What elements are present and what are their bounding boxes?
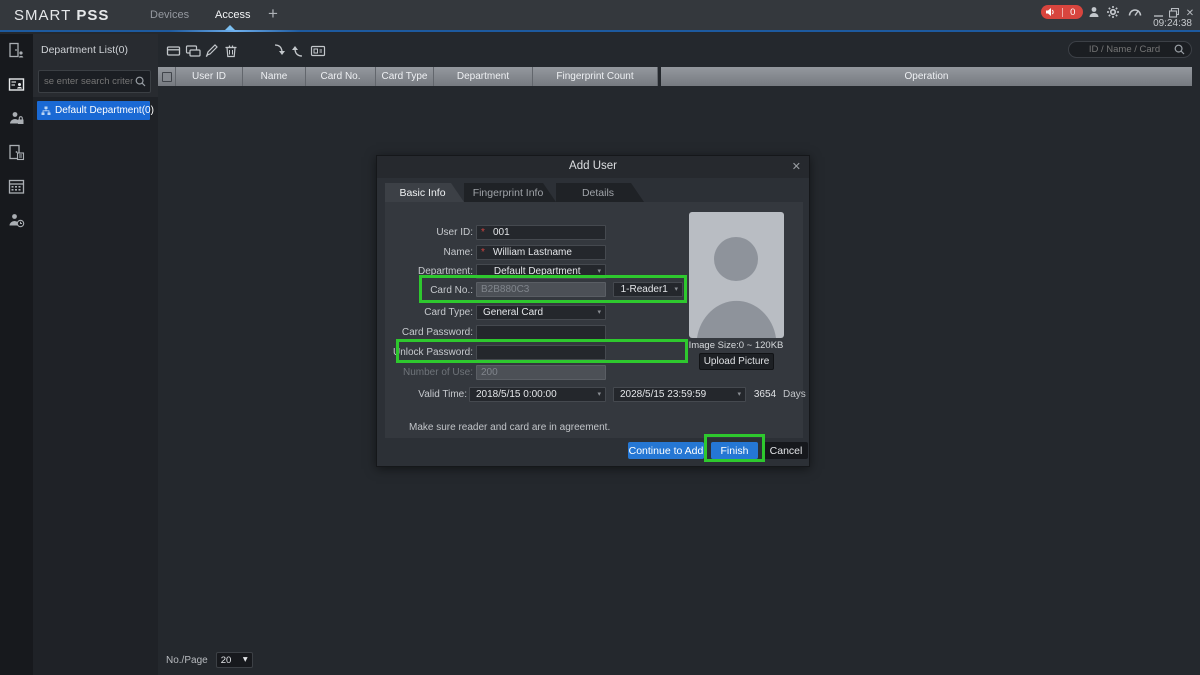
edit-icon[interactable] [202,41,221,60]
dialog-tabs: Basic Info Fingerprint Info Details [385,183,644,202]
user-id-label: User ID: [436,227,473,238]
page-size-select[interactable]: 20 ▾ [215,652,253,668]
column-header-name: Name [243,67,306,86]
column-header-user-id: User ID [176,67,243,86]
card-password-input[interactable] [476,325,606,340]
add-user-dialog: Add User ✕ Basic Info Fingerprint Info D… [376,155,810,467]
number-of-use-label: Number of Use: [402,367,473,378]
user-permission-icon[interactable] [8,110,25,127]
new-tab-button[interactable]: + [268,4,278,24]
dialog-title: Add User [569,160,617,172]
tab-access[interactable]: Access [215,9,250,21]
highlight-box-unlock-password [396,339,688,363]
page-size-label: No./Page [166,654,208,666]
clock: 09:24:38 [1153,18,1192,29]
department-search-input[interactable] [39,76,135,87]
valid-time-end-value: 2028/5/15 23:59:59 [620,389,707,400]
chevron-down-icon: ▾ [597,309,601,316]
tab-basic-info[interactable]: Basic Info [385,183,464,202]
valid-time-end-select[interactable]: 2028/5/15 23:59:59 ▾ [613,387,746,402]
column-header-operation: Operation [661,67,1192,86]
cancel-button[interactable]: Cancel [764,442,808,459]
tab-devices[interactable]: Devices [150,9,189,21]
active-tab-underline [170,30,300,32]
user-id-input[interactable] [476,225,606,240]
card-type-select[interactable]: General Card ▾ [476,305,606,320]
alarm-count: 0 [1070,6,1076,18]
batch-add-icon[interactable] [183,41,202,60]
chevron-down-icon: ▾ [737,391,741,398]
required-marker: * [481,247,485,258]
department-panel: Department List(0) Default Department(0) [33,34,158,675]
dialog-titlebar: Add User ✕ [377,156,809,178]
tab-details[interactable]: Details [556,183,644,202]
valid-time-start-value: 2018/5/15 0:00:00 [476,389,557,400]
user-icon[interactable] [1087,5,1101,19]
highlight-box-finish-button [704,434,765,462]
search-icon[interactable] [135,76,150,87]
chevron-down-icon: ▾ [597,391,601,398]
card-type-select-value: General Card [483,307,544,318]
department-item-label: Default Department(0) [55,105,154,116]
access-console-icon[interactable] [8,42,25,59]
continue-to-add-button[interactable]: Continue to Add [628,442,704,459]
department-tree: Default Department(0) [33,97,158,675]
user-card-icon[interactable] [8,76,25,93]
column-header-fingerprint-count: Fingerprint Count [533,67,658,86]
chevron-down-icon: ▾ [597,268,601,275]
valid-time-start-select[interactable]: 2018/5/15 0:00:00 ▾ [469,387,606,402]
export-icon[interactable] [289,41,308,60]
name-input[interactable] [476,245,606,260]
highlight-box-card-no [419,275,687,303]
left-icon-rail [0,34,33,675]
column-header-department: Department [434,67,533,86]
column-header-card-type: Card Type [376,67,434,86]
number-of-use-input [476,365,606,380]
search-icon[interactable] [1174,44,1185,55]
reader-agreement-note: Make sure reader and card are in agreeme… [409,422,611,433]
calendar-icon[interactable] [8,178,25,195]
user-photo-placeholder [689,212,784,338]
delete-icon[interactable] [221,41,240,60]
card-type-label: Card Type: [424,307,473,318]
chevron-down-icon: ▾ [242,654,248,666]
upload-picture-button[interactable]: Upload Picture [699,353,774,370]
add-user-icon[interactable] [164,41,183,60]
valid-time-label: Valid Time: [418,389,467,400]
dashboard-gauge-icon[interactable] [1128,5,1142,19]
door-log-icon[interactable] [8,144,25,161]
toolbar [164,41,327,60]
user-schedule-icon[interactable] [8,212,25,229]
top-navbar: SMART PSS Devices Access + 0 ✕ 09:24:38 [0,0,1200,32]
org-tree-icon [41,106,51,116]
valid-days-value: 3654 [753,389,777,400]
dialog-close-icon[interactable]: ✕ [792,160,801,173]
card-issuer-icon[interactable] [308,41,327,60]
app-logo: SMART PSS [14,7,110,24]
column-header-card-no: Card No. [306,67,376,86]
required-marker: * [481,227,485,238]
gear-icon[interactable] [1106,5,1120,19]
department-search-box [38,70,151,93]
badge-divider [1061,7,1063,17]
page-size-value: 20 [220,654,232,666]
speaker-icon [1045,7,1055,17]
department-item-default[interactable]: Default Department(0) [37,101,154,120]
alarm-badge[interactable]: 0 [1041,5,1083,19]
pagination-bar: No./Page 20 ▾ [166,652,253,668]
select-all-cell [158,67,176,86]
department-list-title: Department List(0) [41,44,128,56]
user-table-header: User ID Name Card No. Card Type Departme… [158,67,1192,86]
id-name-card-search-box [1068,41,1192,58]
image-size-hint: Image Size:0 ~ 120KB [688,340,784,351]
name-label: Name: [443,247,473,258]
valid-days-unit: Days [783,389,806,400]
id-name-card-search-input[interactable] [1075,44,1174,55]
basic-info-panel: User ID: * Name: * Department: Default D… [385,202,806,438]
tab-fingerprint-info[interactable]: Fingerprint Info [464,183,556,202]
select-all-checkbox[interactable] [161,71,172,82]
import-icon[interactable] [270,41,289,60]
active-tab-caret-icon [225,25,235,30]
